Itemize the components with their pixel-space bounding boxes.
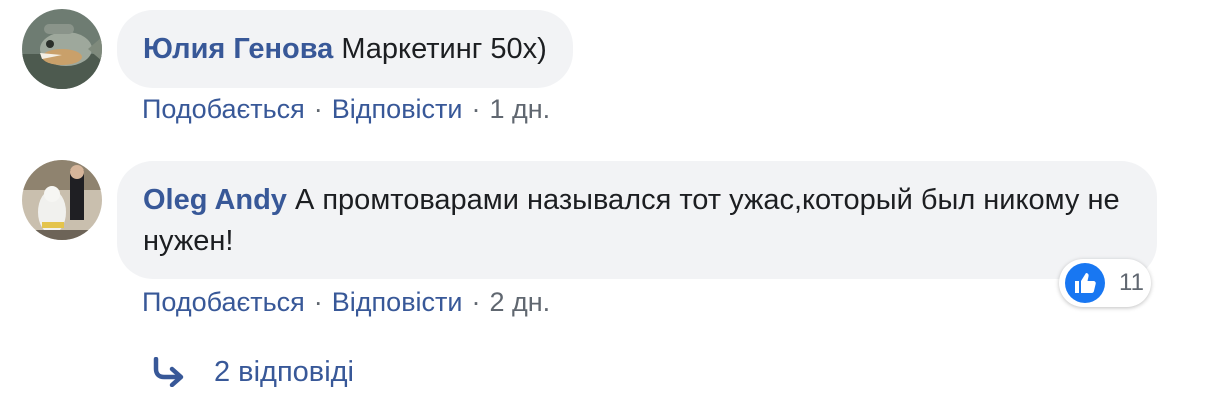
reply-arrow-icon: [152, 352, 192, 392]
comment-timestamp[interactable]: 2 дн.: [490, 287, 551, 317]
replies-count-label[interactable]: 2 відповіді: [214, 356, 354, 389]
people-avatar-image: [22, 160, 102, 240]
reaction-summary[interactable]: 11: [1059, 259, 1151, 307]
comment-author[interactable]: Oleg Andy: [143, 184, 287, 216]
comment-bubble: Oleg Andy А промтоварами назывался тот уж…: [117, 161, 1157, 279]
separator: ·: [471, 287, 481, 317]
separator: ·: [313, 287, 323, 317]
reply-link[interactable]: Відповісти: [332, 287, 463, 317]
comment-text: А промтоварами назывался тот ужас,которы…: [143, 184, 1120, 257]
reaction-count: 11: [1119, 269, 1144, 296]
comment: Oleg Andy А промтоварами назывался тот уж…: [0, 0, 1210, 340]
thumbs-up-icon: [1065, 263, 1105, 303]
comment-actions: Подобається · Відповісти · 2 дн.: [142, 287, 550, 318]
view-replies-link[interactable]: 2 відповіді: [152, 352, 354, 392]
like-link[interactable]: Подобається: [142, 287, 305, 317]
avatar[interactable]: [22, 160, 102, 240]
